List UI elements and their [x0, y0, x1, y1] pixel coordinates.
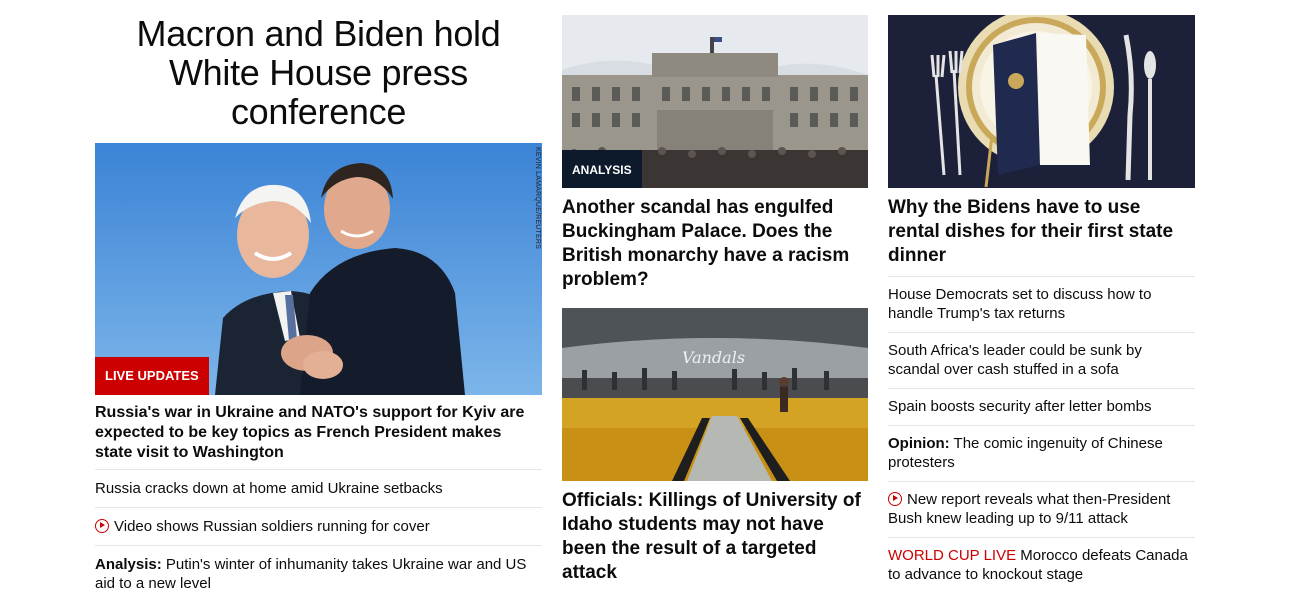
idaho-vigil-image[interactable]: Vandals: [562, 308, 868, 481]
idaho-photo-illustration: Vandals: [562, 308, 868, 481]
list-item[interactable]: Analysis: Putin's winter of inhumanity t…: [95, 545, 542, 602]
analysis-badge[interactable]: ANALYSIS: [562, 150, 642, 188]
link-text[interactable]: New report reveals what then-President B…: [888, 491, 1170, 527]
link-text[interactable]: House Democrats set to discuss how to ha…: [888, 286, 1151, 322]
hero-headline[interactable]: Macron and Biden hold White House press …: [95, 14, 542, 131]
link-text[interactable]: Video shows Russian soldiers running for…: [114, 518, 430, 535]
dinner-photo-illustration: [888, 15, 1195, 188]
vandals-sign-text: Vandals: [682, 348, 745, 367]
opinion-label: Opinion:: [888, 435, 950, 452]
middle-column: ANALYSIS Another scandal has engulfed Bu…: [562, 15, 868, 585]
list-item[interactable]: Russia cracks down at home amid Ukraine …: [95, 469, 542, 507]
state-dinner-image[interactable]: [888, 15, 1195, 188]
link-text[interactable]: Spain boosts security after letter bombs: [888, 398, 1151, 415]
link-text[interactable]: South Africa's leader could be sunk by s…: [888, 342, 1142, 378]
image-credit: KEVIN LAMARQUE/REUTERS: [534, 147, 541, 250]
list-item[interactable]: South Africa's leader could be sunk by s…: [888, 332, 1195, 388]
right-related-links: House Democrats set to discuss how to ha…: [888, 276, 1195, 593]
world-cup-live-label: WORLD CUP LIVE: [888, 547, 1017, 564]
hero-related-links: Russia cracks down at home amid Ukraine …: [95, 469, 542, 602]
hero-image-biden-macron[interactable]: KEVIN LAMARQUE/REUTERS LIVE UPDATES: [95, 143, 542, 395]
link-text[interactable]: Russia cracks down at home amid Ukraine …: [95, 480, 443, 497]
list-item[interactable]: New report reveals what then-President B…: [888, 481, 1195, 537]
list-item[interactable]: Spain boosts security after letter bombs: [888, 388, 1195, 425]
idaho-story-headline[interactable]: Officials: Killings of University of Ida…: [562, 489, 868, 585]
list-item[interactable]: WORLD CUP LIVE Morocco defeats Canada to…: [888, 537, 1195, 593]
list-item[interactable]: Opinion: The comic ingenuity of Chinese …: [888, 425, 1195, 481]
hero-lead-link[interactable]: Russia's war in Ukraine and NATO's suppo…: [95, 403, 542, 463]
analysis-label: Analysis:: [95, 556, 162, 573]
buckingham-story-headline[interactable]: Another scandal has engulfed Buckingham …: [562, 196, 868, 292]
buckingham-palace-image[interactable]: ANALYSIS: [562, 15, 868, 188]
hero-column: Macron and Biden hold White House press …: [95, 14, 542, 602]
play-icon: [95, 519, 109, 533]
list-item[interactable]: House Democrats set to discuss how to ha…: [888, 276, 1195, 332]
play-icon: [888, 492, 902, 506]
state-dinner-headline[interactable]: Why the Bidens have to use rental dishes…: [888, 196, 1195, 268]
live-updates-badge[interactable]: LIVE UPDATES: [95, 357, 209, 395]
list-item[interactable]: Video shows Russian soldiers running for…: [95, 507, 542, 545]
right-column: Why the Bidens have to use rental dishes…: [888, 15, 1195, 593]
